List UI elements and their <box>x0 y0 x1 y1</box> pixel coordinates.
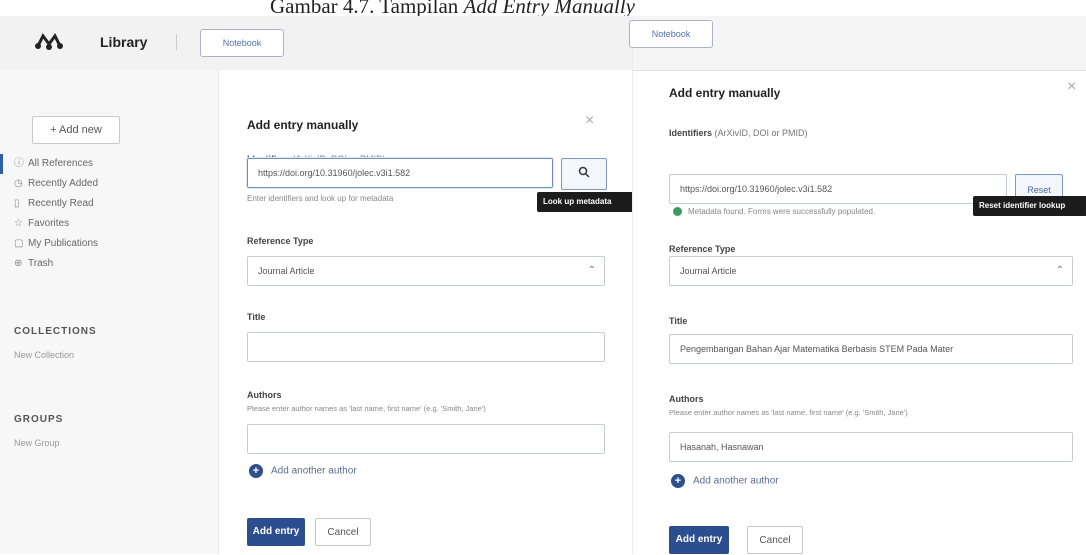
star-icon: ☆ <box>14 218 23 229</box>
sidebar-item-label: Trash <box>28 258 54 269</box>
search-icon <box>578 166 590 178</box>
reference-type-select[interactable]: Journal Article ⌃ <box>669 256 1073 286</box>
sidebar-item-favorites[interactable]: ☆ Favorites <box>0 214 218 234</box>
sidebar-item-my-publications[interactable]: ▢ My Publications <box>0 234 218 254</box>
success-message: Metadata found. Forms were successfully … <box>673 207 876 217</box>
divider <box>176 34 177 50</box>
reference-type-value: Journal Article <box>258 266 315 276</box>
notebook-button[interactable]: Notebook <box>629 20 713 48</box>
reference-type-select[interactable]: Journal Article ⌃ <box>247 256 605 286</box>
authors-label: Authors <box>669 394 704 404</box>
info-icon: ⓘ <box>14 158 24 169</box>
add-entry-modal: Add entry manually × Identifiers (ArXivI… <box>218 70 633 554</box>
right-screenshot: Notebook Add entry manually × Identifier… <box>629 16 1086 554</box>
chevron-down-icon: ⌃ <box>587 265 596 276</box>
authors-label: Authors <box>247 390 282 400</box>
new-collection-link[interactable]: New Collection <box>14 350 74 360</box>
add-author-button[interactable]: + Add another author <box>671 474 779 488</box>
author-input[interactable]: Hasanah, Hasnawan <box>669 432 1073 462</box>
title-label: Title <box>247 312 266 322</box>
trash-icon: ⊕ <box>14 258 23 269</box>
identifier-input[interactable]: https://doi.org/10.31960/jolec.v3i1.582 <box>247 158 553 188</box>
sidebar-item-all-references[interactable]: ⓘ All References <box>0 154 218 174</box>
sidebar-item-label: Recently Added <box>28 178 99 189</box>
identifiers-label: Identifiers (ArXivID, DOI or PMID) <box>669 128 808 138</box>
reference-type-value: Journal Article <box>680 266 737 276</box>
add-author-button[interactable]: + Add another author <box>249 464 357 478</box>
book-icon: ▯ <box>14 198 20 209</box>
clock-icon: ◷ <box>14 178 23 189</box>
chevron-down-icon: ⌃ <box>1055 265 1064 276</box>
close-icon[interactable]: × <box>1067 78 1076 96</box>
add-entry-button[interactable]: Add entry <box>669 526 729 554</box>
add-author-label: Add another author <box>693 475 779 487</box>
new-group-link[interactable]: New Group <box>14 438 60 448</box>
top-bar: Notebook <box>629 16 1086 71</box>
add-entry-button[interactable]: Add entry <box>247 518 305 546</box>
success-text: Metadata found. Forms were successfully … <box>688 207 876 216</box>
groups-heading: GROUPS <box>14 414 64 425</box>
title-input[interactable] <box>247 332 605 362</box>
collections-heading: COLLECTIONS <box>14 326 97 337</box>
sidebar-item-label: My Publications <box>28 238 99 249</box>
cancel-button[interactable]: Cancel <box>747 526 803 554</box>
lookup-tooltip: Look up metadata <box>537 192 633 212</box>
title-input[interactable]: Pengembangan Bahan Ajar Matematika Berba… <box>669 334 1073 364</box>
notebook-button[interactable]: Notebook <box>200 29 284 57</box>
modal-title: Add entry manually <box>669 86 781 100</box>
reference-type-label: Reference Type <box>669 244 736 254</box>
identifier-hint: Enter identifiers and look up for metada… <box>247 194 394 203</box>
plus-icon: + <box>249 464 263 478</box>
sidebar-item-label: Recently Read <box>28 198 94 209</box>
plus-icon: + <box>671 474 685 488</box>
add-new-button[interactable]: + Add new <box>32 116 120 144</box>
close-icon[interactable]: × <box>585 112 594 130</box>
mendeley-logo-icon <box>35 33 63 50</box>
top-bar: Library Notebook <box>0 16 632 71</box>
document-icon: ▢ <box>14 238 24 249</box>
check-circle-icon <box>673 207 682 217</box>
sidebar-item-label: Favorites <box>28 218 70 229</box>
author-input[interactable] <box>247 424 605 454</box>
authors-hint: Please enter author names as 'last name,… <box>669 408 908 417</box>
identifier-input[interactable]: https://doi.org/10.31960/jolec.v3i1.582 <box>669 174 1007 204</box>
reference-type-label: Reference Type <box>247 236 314 246</box>
authors-hint: Please enter author names as 'last name,… <box>247 404 486 413</box>
sidebar-item-trash[interactable]: ⊕ Trash <box>0 254 218 274</box>
reset-tooltip: Reset identifier lookup <box>973 196 1086 216</box>
cancel-button[interactable]: Cancel <box>315 518 371 546</box>
lookup-button[interactable] <box>561 158 607 190</box>
sidebar-item-recently-added[interactable]: ◷ Recently Added <box>0 174 218 194</box>
left-screenshot: Library Notebook + Add new ⓘ All Referenc… <box>0 16 633 554</box>
sidebar: + Add new ⓘ All References ◷ Recently Adde… <box>0 70 218 554</box>
app-title: Library <box>100 34 148 50</box>
sidebar-item-label: All References <box>28 158 94 169</box>
modal-title: Add entry manually <box>247 118 359 132</box>
add-author-label: Add another author <box>271 465 357 477</box>
sidebar-nav: ⓘ All References ◷ Recently Added ▯ Recentl… <box>0 154 218 274</box>
title-label: Title <box>669 316 688 326</box>
sidebar-item-recently-read[interactable]: ▯ Recently Read <box>0 194 218 214</box>
